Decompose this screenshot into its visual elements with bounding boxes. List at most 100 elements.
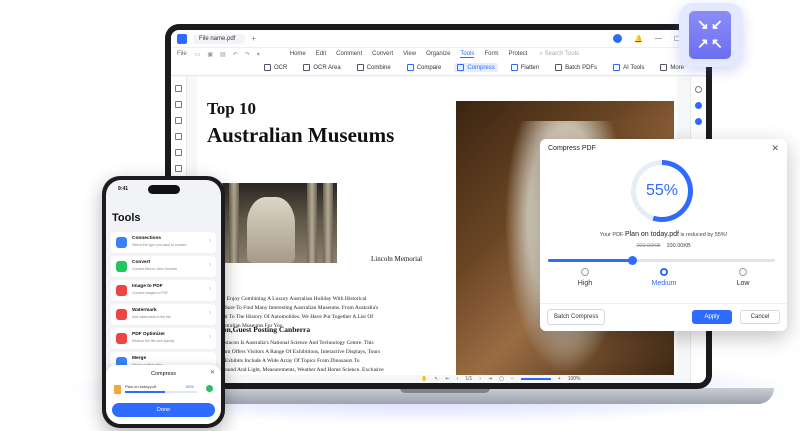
redo-icon[interactable]: ↷ [245, 51, 250, 58]
option-high[interactable]: High [560, 268, 610, 287]
paragraph-line: ra's Questacon Is Australia's National S… [207, 340, 374, 346]
zoom-slider[interactable] [520, 378, 551, 380]
menu-comment[interactable]: Comment [336, 51, 362, 58]
minimize-button[interactable]: — [655, 35, 662, 42]
quick-actions: ▭ ▣ ▤ ↶ ↷ ▾ [195, 51, 260, 58]
fit-page-icon[interactable]: ▢ [499, 376, 504, 382]
attachment-icon[interactable] [175, 133, 182, 140]
menu-edit[interactable]: Edit [316, 51, 326, 58]
status-bar: ✋ ↖ ⇤ ‹ 1/1 › ⇥ ▢ − + 100% [421, 375, 691, 383]
more-label: More [670, 64, 684, 71]
dropdown-icon[interactable]: ▾ [257, 51, 260, 58]
last-page-icon[interactable]: ⇥ [488, 376, 492, 382]
statue-shape [247, 197, 295, 263]
batch-pdfs-button[interactable]: Batch PDFs [552, 63, 600, 72]
slider-handle[interactable] [627, 256, 637, 265]
tools-toolbar: OCR OCR Area Combine Compare Compress Fl… [171, 60, 706, 76]
avatar[interactable] [613, 34, 623, 43]
tool-item-pdf-optimizer[interactable]: PDF Optimizer Reduce the file size quick… [111, 328, 216, 349]
dynamic-island [148, 185, 180, 194]
compress-button[interactable]: Compress [454, 63, 498, 72]
hand-tool-icon[interactable]: ✋ [421, 376, 427, 382]
translate-icon[interactable] [695, 118, 702, 125]
batch-compress-button[interactable]: Batch Compress [547, 309, 606, 325]
option-medium[interactable]: Medium [639, 268, 689, 287]
combine-label: Combine [366, 64, 391, 71]
combine-button[interactable]: Combine [354, 63, 394, 72]
ocr-area-label: OCR Area [313, 64, 341, 71]
reduction-message: Your PDF Plan on today.pdf is reduced by… [540, 231, 787, 238]
compare-button[interactable]: Compare [404, 63, 445, 72]
sheet-progress-bar [125, 391, 197, 393]
ocr-icon [264, 64, 271, 71]
ocr-area-button[interactable]: OCR Area [300, 63, 343, 72]
zoom-out-icon[interactable]: − [511, 376, 514, 382]
radio-low[interactable] [739, 268, 747, 276]
ocr-button[interactable]: OCR [261, 63, 290, 72]
ai-tools-button[interactable]: AI Tools [610, 63, 647, 72]
more-button[interactable]: More [657, 63, 687, 72]
menu-organize[interactable]: Organize [426, 51, 450, 58]
compression-level-slider[interactable] [548, 256, 775, 265]
document-tab[interactable]: File name.pdf [193, 33, 246, 44]
tool-item-watermark[interactable]: Watermark Add watermark to the file › [111, 304, 216, 325]
prev-page-icon[interactable]: ‹ [457, 376, 459, 382]
paragraph-line: tivities. Exhibits Include A Wide Array … [207, 358, 360, 364]
menu-tools[interactable]: Tools [460, 51, 475, 58]
sheet-percent: 55% [186, 384, 195, 389]
sheet-file-name: Plan on today.pdf [125, 384, 156, 389]
layers-icon[interactable] [175, 165, 182, 172]
chevron-right-icon: › [209, 310, 211, 316]
comment-icon[interactable] [175, 117, 182, 124]
bookmark-icon[interactable] [175, 101, 182, 108]
select-tool-icon[interactable]: ↖ [434, 376, 438, 382]
option-low[interactable]: Low [718, 268, 768, 287]
menu-items: Home Edit Comment Convert View Organize … [290, 51, 527, 58]
ocr-area-icon [303, 64, 311, 71]
close-icon[interactable]: ✕ [210, 369, 215, 376]
zoom-level[interactable]: 100% [568, 376, 581, 382]
undo-icon[interactable]: ↶ [233, 51, 238, 58]
tool-item-connections[interactable]: Connections Select the type you want to … [111, 232, 216, 253]
option-high-label: High [577, 280, 593, 287]
bell-icon[interactable]: 🔔 [634, 35, 643, 43]
menu-convert[interactable]: Convert [372, 51, 393, 58]
paragraph-line: ers Who Enjoy Combining A Luxury Austral… [207, 296, 367, 302]
slider-fill [548, 259, 632, 262]
zoom-in-icon[interactable]: + [558, 376, 561, 382]
size-comparison: 200.00KB 100.00KB [540, 243, 787, 249]
radio-high[interactable] [581, 268, 589, 276]
search-tools-input[interactable]: ⌕ Search Tools [539, 51, 579, 58]
watermark-icon [116, 309, 127, 320]
column-shape [229, 183, 239, 263]
file-name: Plan on today.pdf [624, 231, 679, 238]
thumbnail-icon[interactable] [175, 85, 182, 92]
open-icon[interactable]: ▭ [195, 51, 201, 58]
apply-button[interactable]: Apply [692, 310, 732, 324]
cancel-button[interactable]: Cancel [740, 310, 780, 324]
search-panel-icon[interactable] [175, 149, 182, 156]
close-icon[interactable]: ✕ [771, 143, 779, 154]
settings-icon[interactable] [695, 86, 702, 93]
chevron-right-icon: › [209, 238, 211, 244]
reduction-suffix: is reduced by 55%! [680, 232, 728, 238]
new-tab-button[interactable]: + [251, 34, 256, 43]
menu-form[interactable]: Form [484, 51, 498, 58]
done-button[interactable]: Done [112, 403, 215, 417]
menu-view[interactable]: View [403, 51, 416, 58]
tool-item-image-to-pdf[interactable]: Image to PDF Convert images to PDF › [111, 280, 216, 301]
menu-home[interactable]: Home [290, 51, 306, 58]
save-icon[interactable]: ▣ [207, 51, 213, 58]
next-page-icon[interactable]: › [479, 376, 481, 382]
compression-progress-ring: 55% [631, 160, 693, 222]
ai-assistant-icon[interactable] [695, 102, 702, 109]
tool-item-convert[interactable]: Convert Convert files to other formats › [111, 256, 216, 277]
flatten-button[interactable]: Flatten [508, 63, 542, 72]
first-page-icon[interactable]: ⇤ [445, 376, 449, 382]
status-time: 9:41 [118, 186, 129, 192]
page-indicator[interactable]: 1/1 [465, 376, 472, 382]
file-menu[interactable]: File [177, 51, 187, 57]
print-icon[interactable]: ▤ [220, 51, 226, 58]
radio-medium[interactable] [660, 268, 668, 276]
menu-protect[interactable]: Protect [508, 51, 527, 58]
